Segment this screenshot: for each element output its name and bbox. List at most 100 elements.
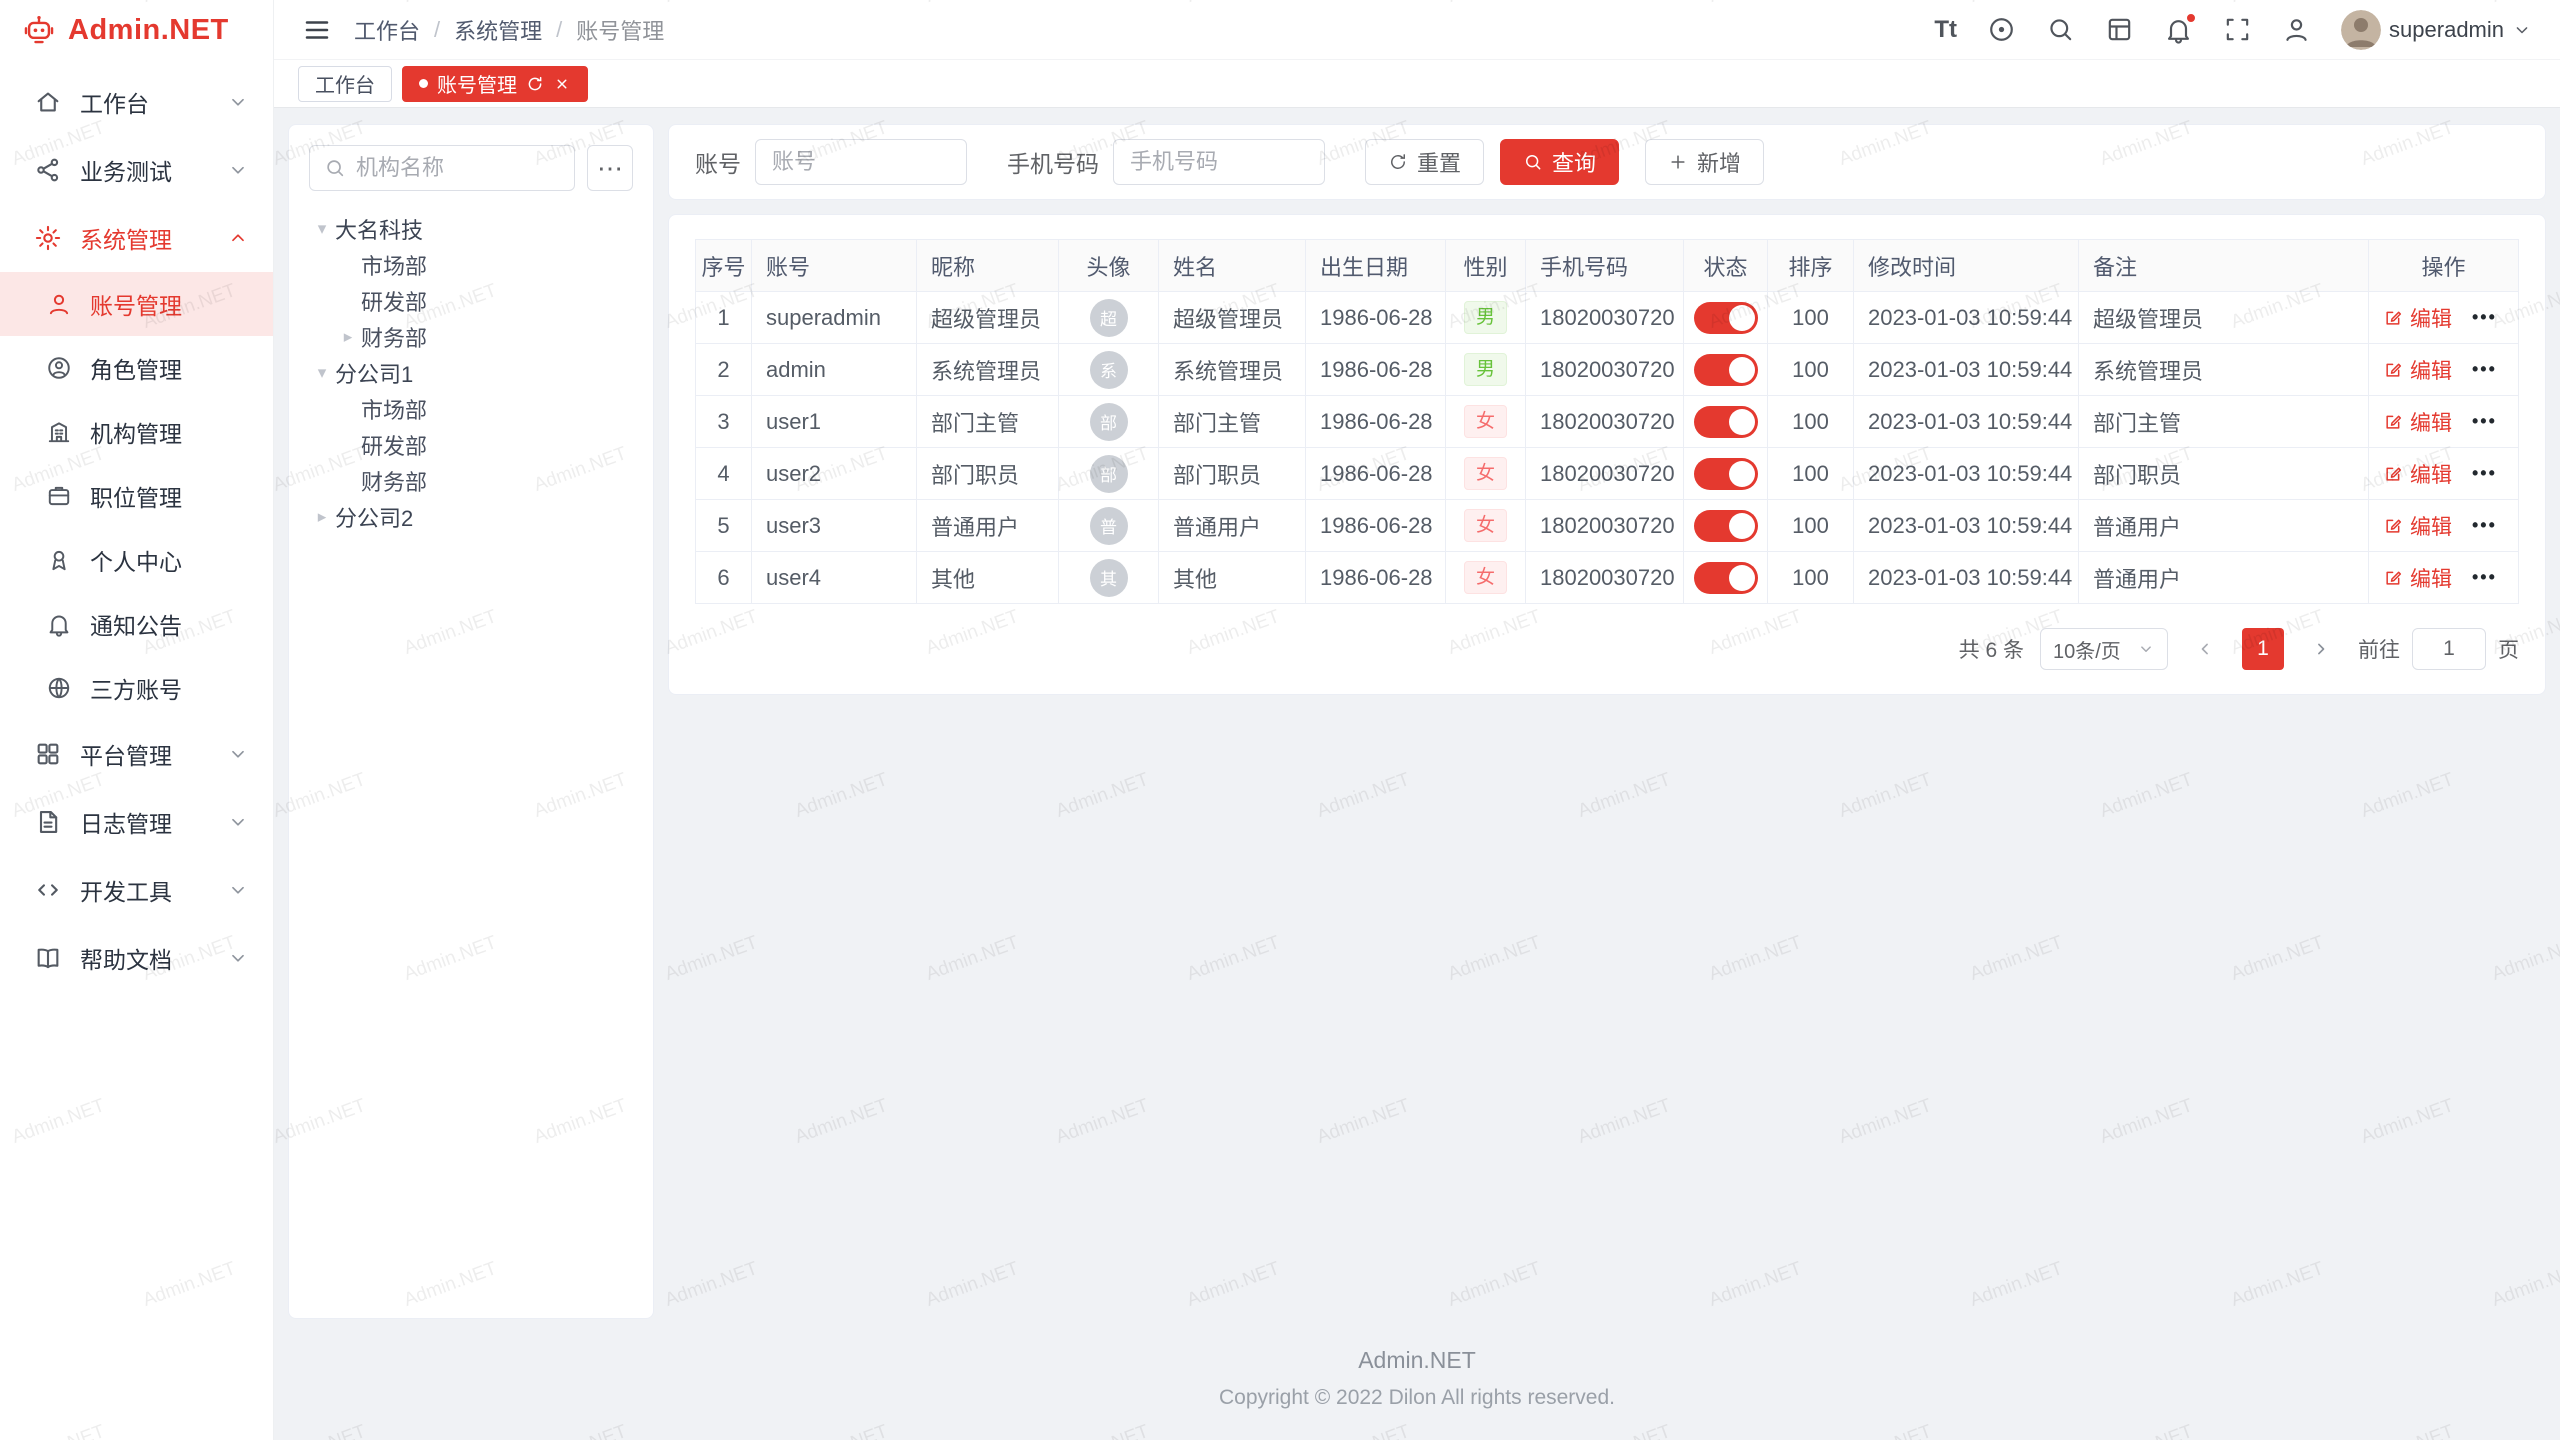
tree-node[interactable]: ▾分公司1 <box>309 355 633 391</box>
sidebar-item-label: 系统管理 <box>80 221 172 255</box>
sidebar-item-notices[interactable]: 通知公告 <box>0 592 273 656</box>
caret-down-icon[interactable]: ▾ <box>309 363 335 383</box>
edit-button[interactable]: 编辑 <box>2383 459 2452 489</box>
page-number-current[interactable]: 1 <box>2242 628 2284 670</box>
sidebar-item-dev-tools[interactable]: 开发工具 <box>0 856 273 924</box>
tree-node-label: 分公司2 <box>335 501 413 533</box>
avatar <box>2341 10 2381 50</box>
tree-node[interactable]: 研发部 <box>309 427 633 463</box>
sidebar-item-orgs[interactable]: 机构管理 <box>0 400 273 464</box>
sidebar-item-profile-center[interactable]: 个人中心 <box>0 528 273 592</box>
close-icon[interactable] <box>553 75 571 93</box>
next-page-button[interactable] <box>2300 628 2342 670</box>
cell-actions: 编辑 ••• <box>2369 396 2519 448</box>
breadcrumb-item[interactable]: 工作台 <box>354 14 420 46</box>
org-search-input[interactable] <box>356 155 560 181</box>
sidebar-item-roles[interactable]: 角色管理 <box>0 336 273 400</box>
status-toggle[interactable] <box>1694 302 1758 334</box>
sidebar-item-accounts[interactable]: 账号管理 <box>0 272 273 336</box>
search-icon[interactable] <box>2046 15 2075 44</box>
tree-node[interactable]: 市场部 <box>309 391 633 427</box>
row-more-button[interactable]: ••• <box>2472 463 2497 483</box>
org-more-button[interactable]: ⋯ <box>587 145 633 191</box>
language-icon[interactable] <box>1987 15 2016 44</box>
phone-input[interactable] <box>1113 139 1325 185</box>
tab-accounts[interactable]: 账号管理 <box>402 66 588 102</box>
chevron-down-icon <box>227 743 249 765</box>
cell-modified: 2023-01-03 10:59:44 <box>1854 552 2079 604</box>
cell-name: 部门职员 <box>1159 448 1306 500</box>
sidebar-item-positions[interactable]: 职位管理 <box>0 464 273 528</box>
row-more-button[interactable]: ••• <box>2472 411 2497 431</box>
prev-page-button[interactable] <box>2184 628 2226 670</box>
tree-node[interactable]: 研发部 <box>309 283 633 319</box>
query-button[interactable]: 查询 <box>1500 139 1619 185</box>
row-more-button[interactable]: ••• <box>2472 307 2497 327</box>
hamburger-menu-icon[interactable] <box>302 15 332 45</box>
sidebar-nav: 工作台 业务测试 系统管理 账号管理 角色管理 <box>0 60 273 992</box>
sidebar-item-platform[interactable]: 平台管理 <box>0 720 273 788</box>
status-toggle[interactable] <box>1694 562 1758 594</box>
edit-label: 编辑 <box>2410 511 2452 541</box>
status-toggle[interactable] <box>1694 406 1758 438</box>
sidebar-item-system[interactable]: 系统管理 <box>0 204 273 272</box>
account-input[interactable] <box>755 139 967 185</box>
edit-button[interactable]: 编辑 <box>2383 563 2452 593</box>
edit-button[interactable]: 编辑 <box>2383 303 2452 333</box>
tree-node[interactable]: ▸分公司2 <box>309 499 633 535</box>
user-icon <box>46 291 72 317</box>
caret-right-icon[interactable]: ▸ <box>335 327 361 347</box>
row-more-button[interactable]: ••• <box>2472 515 2497 535</box>
status-toggle[interactable] <box>1694 354 1758 386</box>
cell-avatar: 普 <box>1059 500 1159 552</box>
edit-icon <box>2383 360 2403 380</box>
sidebar-item-workbench[interactable]: 工作台 <box>0 68 273 136</box>
tree-node[interactable]: ▸财务部 <box>309 319 633 355</box>
add-label: 新增 <box>1697 146 1741 178</box>
profile-icon[interactable] <box>2282 15 2311 44</box>
font-size-icon[interactable]: Tt <box>1934 18 1957 42</box>
tree-node[interactable]: 市场部 <box>309 247 633 283</box>
refresh-icon[interactable] <box>526 75 544 93</box>
sidebar-item-help-docs[interactable]: 帮助文档 <box>0 924 273 992</box>
add-button[interactable]: 新增 <box>1645 139 1764 185</box>
cell-name: 部门主管 <box>1159 396 1306 448</box>
sidebar-item-third-party[interactable]: 三方账号 <box>0 656 273 720</box>
caret-down-icon[interactable]: ▾ <box>309 219 335 239</box>
goto-page-input[interactable] <box>2412 628 2486 670</box>
chevron-down-icon <box>227 91 249 113</box>
page-size-select[interactable]: 10条/页 <box>2040 628 2168 670</box>
cell-order: 100 <box>1768 396 1854 448</box>
row-more-button[interactable]: ••• <box>2472 359 2497 379</box>
tab-workbench[interactable]: 工作台 <box>298 66 392 102</box>
sidebar-item-business-test[interactable]: 业务测试 <box>0 136 273 204</box>
user-menu[interactable]: superadmin <box>2341 10 2532 50</box>
layout-config-icon[interactable] <box>2105 15 2134 44</box>
sidebar-item-label: 账号管理 <box>90 287 182 321</box>
tree-node[interactable]: ▾大名科技 <box>309 211 633 247</box>
sidebar-item-logs[interactable]: 日志管理 <box>0 788 273 856</box>
logo[interactable]: Admin.NET <box>0 0 273 60</box>
caret-right-icon[interactable]: ▸ <box>309 507 335 527</box>
edit-icon <box>2383 464 2403 484</box>
gender-badge: 女 <box>1464 457 1507 491</box>
gear-icon <box>34 224 62 252</box>
row-more-button[interactable]: ••• <box>2472 567 2497 587</box>
status-toggle[interactable] <box>1694 510 1758 542</box>
tree-node[interactable]: 财务部 <box>309 463 633 499</box>
fullscreen-icon[interactable] <box>2223 15 2252 44</box>
breadcrumb-item[interactable]: 系统管理 <box>454 14 542 46</box>
notification-bell-icon[interactable] <box>2164 15 2193 44</box>
col-header-status: 状态 <box>1684 240 1768 292</box>
edit-button[interactable]: 编辑 <box>2383 407 2452 437</box>
status-toggle[interactable] <box>1694 458 1758 490</box>
page-content: ⋯ ▾大名科技 市场部 研发部 ▸财务部 ▾分公司1 市场部 研发部 财务部 ▸… <box>274 108 2560 1319</box>
cell-avatar: 超 <box>1059 292 1159 344</box>
reset-button[interactable]: 重置 <box>1365 139 1484 185</box>
edit-button[interactable]: 编辑 <box>2383 355 2452 385</box>
cell-nickname: 普通用户 <box>917 500 1059 552</box>
globe-icon <box>46 675 72 701</box>
edit-button[interactable]: 编辑 <box>2383 511 2452 541</box>
edit-label: 编辑 <box>2410 459 2452 489</box>
tree-node-label: 财务部 <box>361 465 427 497</box>
